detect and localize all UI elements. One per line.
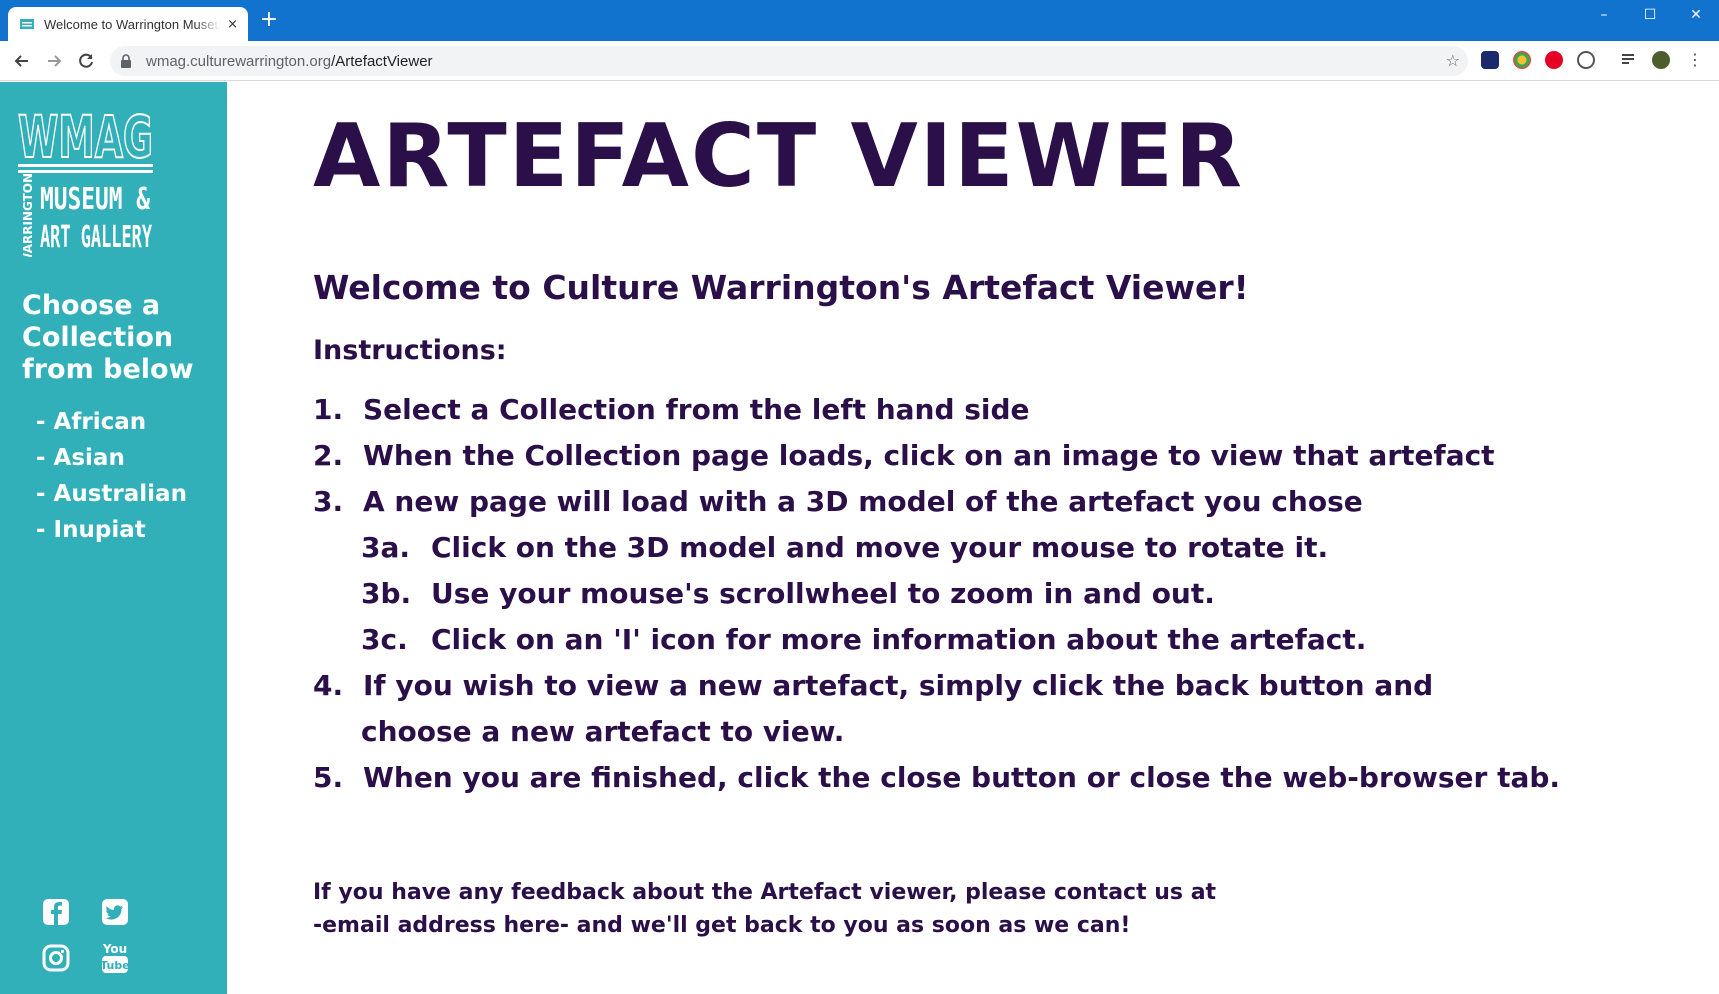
step-text: A new page will load with a 3D model of … [363, 485, 1363, 518]
instruction-step-1: 1. Select a Collection from the left hand… [313, 387, 1030, 433]
maximize-button[interactable]: ☐ [1627, 0, 1673, 30]
step-number: 2. [313, 439, 344, 472]
welcome-heading: Welcome to Culture Warrington's Artefact… [313, 268, 1249, 307]
step-text: When you are finished, click the close b… [363, 761, 1561, 794]
instruction-step-3a: 3a. Click on the 3D model and move your m… [361, 525, 1328, 571]
arrow-right-icon [48, 55, 62, 67]
extension-4-icon[interactable] [1577, 51, 1595, 69]
sidebar: WMAG WARRINGTON MUSEUM & ART GALLERY Cho… [0, 82, 227, 994]
browser-menu-icon[interactable]: ⋮ [1686, 51, 1704, 69]
step-number: 4. [313, 669, 344, 702]
address-bar[interactable]: wmag.culturewarrington.org/ArtefactViewe… [110, 46, 1468, 76]
svg-text:Tube: Tube [101, 959, 129, 972]
instruction-step-3c: 3c. Click on an 'I' icon for more informa… [361, 617, 1366, 663]
extension-2-icon[interactable] [1513, 51, 1531, 69]
profile-avatar[interactable] [1652, 51, 1670, 69]
bookmark-star-icon[interactable]: ☆ [1446, 51, 1460, 70]
step-number: 3. [313, 485, 344, 518]
logo-museum-text: MUSEUM & [40, 182, 151, 217]
browser-title-bar: Welcome to Warrington Museum & Art Galle… [0, 0, 1719, 41]
collection-link-inupiat[interactable]: - Inupiat [36, 512, 187, 548]
step-text: Click on the 3D model and move your mous… [431, 531, 1329, 564]
step-number: 1. [313, 393, 344, 426]
instruction-step-4: 4. If you wish to view a new artefact, si… [313, 663, 1433, 709]
logo-warrington-text: WARRINGTON [21, 173, 35, 257]
svg-text:You: You [102, 942, 127, 956]
instruction-step-4-continued: choose a new artefact to view. [361, 709, 844, 755]
url-host: wmag.culturewarrington.org [146, 52, 332, 70]
step-number: 5. [313, 761, 344, 794]
feedback-note: If you have any feedback about the Artef… [313, 876, 1313, 942]
lock-icon [121, 54, 131, 68]
url-path: /ArtefactViewer [331, 52, 433, 70]
step-text: Select a Collection from the left hand s… [363, 393, 1030, 426]
reload-icon [79, 53, 93, 68]
arrow-left-icon [14, 55, 28, 67]
step-text: choose a new artefact to view. [361, 715, 845, 748]
close-window-button[interactable]: ✕ [1673, 0, 1719, 30]
step-text: When the Collection page loads, click on… [363, 439, 1495, 472]
forward-button[interactable] [42, 49, 66, 73]
twitter-icon[interactable] [101, 898, 129, 926]
instagram-icon[interactable] [42, 944, 70, 972]
browser-toolbar: wmag.culturewarrington.org/ArtefactViewe… [0, 41, 1719, 81]
wmag-logo[interactable]: WMAG WARRINGTON MUSEUM & ART GALLERY [18, 97, 153, 257]
tab-close-icon[interactable]: × [227, 17, 238, 32]
instruction-step-5: 5. When you are finished, click the close… [313, 755, 1560, 801]
minimize-button[interactable]: – [1581, 0, 1627, 30]
browser-tab[interactable]: Welcome to Warrington Museum & Art Galle… [8, 7, 248, 41]
reading-list-icon[interactable] [1620, 51, 1638, 69]
reload-button[interactable] [74, 49, 98, 73]
feedback-line-2: -email address here- and we'll get back … [313, 913, 1131, 938]
page-title: ARTEFACT VIEWER [313, 105, 1244, 207]
collection-link-asian[interactable]: - Asian [36, 440, 187, 476]
back-button[interactable] [10, 49, 34, 73]
collection-link-african[interactable]: - African [36, 404, 187, 440]
step-text: If you wish to view a new artefact, simp… [363, 669, 1434, 702]
step-number: 3a. [361, 531, 411, 564]
instruction-step-2: 2. When the Collection page loads, click … [313, 433, 1495, 479]
new-tab-button[interactable]: + [258, 9, 280, 31]
instructions-heading: Instructions: [313, 335, 507, 366]
pinterest-icon[interactable] [1545, 51, 1563, 69]
step-text: Use your mouse's scrollwheel to zoom in … [431, 577, 1215, 610]
tab-title: Welcome to Warrington Museum & Art Galle… [44, 16, 222, 32]
youtube-icon[interactable]: You Tube [101, 940, 129, 974]
logo-wmag-text: WMAG [18, 103, 153, 171]
collection-list: - African - Asian - Australian - Inupiat [36, 404, 187, 548]
museum-favicon-icon [20, 19, 34, 29]
step-number: 3b. [361, 577, 412, 610]
extension-1-icon[interactable] [1481, 51, 1499, 69]
step-number: 3c. [361, 623, 408, 656]
feedback-line-1: If you have any feedback about the Artef… [313, 880, 1217, 905]
sidebar-heading: Choose a Collection from below [22, 290, 194, 385]
url-text: wmag.culturewarrington.org/ArtefactViewe… [146, 53, 433, 70]
collection-link-australian[interactable]: - Australian [36, 476, 187, 512]
instruction-step-3: 3. A new page will load with a 3D model o… [313, 479, 1363, 525]
instruction-step-3b: 3b. Use your mouse's scrollwheel to zoom … [361, 571, 1215, 617]
step-text: Click on an 'I' icon for more informatio… [431, 623, 1367, 656]
facebook-icon[interactable] [42, 898, 70, 926]
logo-art-gallery-text: ART GALLERY [40, 220, 152, 255]
